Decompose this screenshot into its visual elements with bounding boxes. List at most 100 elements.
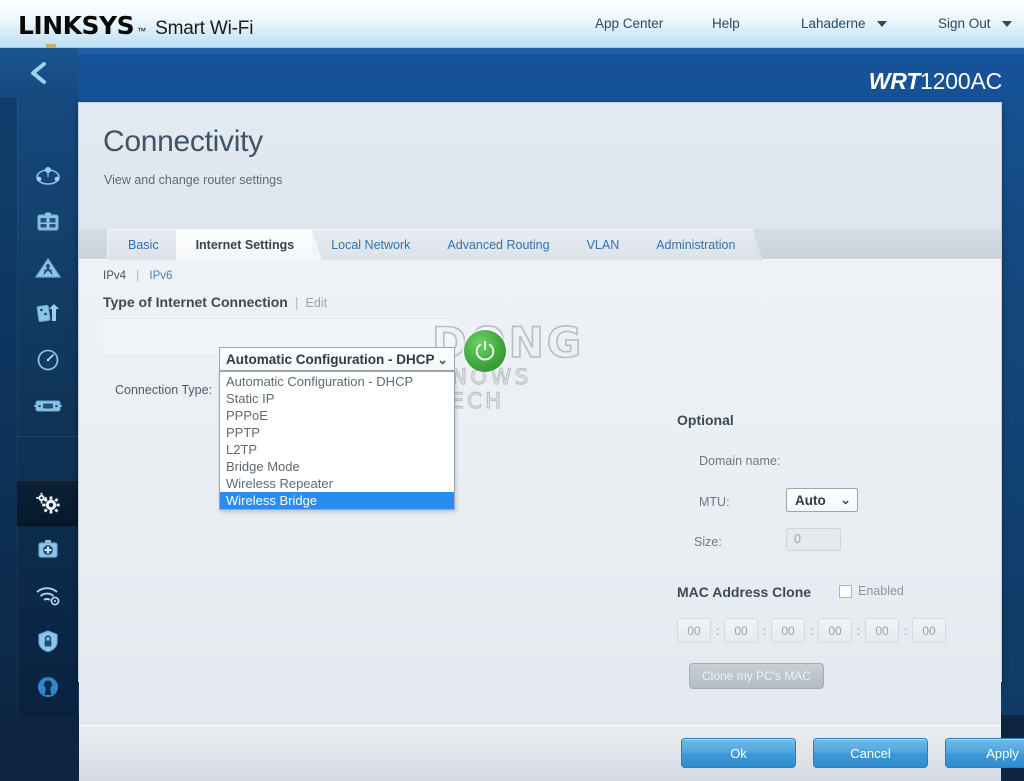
tab-local-network-label: Local Network bbox=[331, 238, 410, 252]
devices-icon bbox=[33, 209, 63, 235]
nav-help-label: Help bbox=[712, 16, 740, 31]
tab-administration[interactable]: Administration bbox=[636, 229, 753, 260]
chevron-down-icon bbox=[877, 21, 887, 27]
optional-column: Optional Domain name: MTU: Auto ⌄ Size: … bbox=[569, 260, 1001, 725]
sidebar-item-security[interactable] bbox=[17, 618, 78, 664]
dropdown-option-bridge-mode[interactable]: Bridge Mode bbox=[220, 458, 454, 475]
tabs-container: Basic Internet Settings Local Network Ad… bbox=[107, 229, 752, 260]
page-subtitle: View and change router settings bbox=[104, 173, 282, 187]
mac-colon: : bbox=[852, 624, 865, 638]
sidebar-item-network-map[interactable] bbox=[17, 153, 78, 199]
tab-strip: Basic Internet Settings Local Network Ad… bbox=[79, 229, 1001, 260]
wifi-gear-icon bbox=[33, 582, 63, 608]
size-input[interactable]: 0 bbox=[786, 528, 841, 551]
tab-administration-label: Administration bbox=[656, 238, 735, 252]
dropdown-option-wireless-bridge[interactable]: Wireless Bridge bbox=[220, 492, 454, 509]
mac-octet-3[interactable]: 00 bbox=[771, 618, 805, 643]
edit-link[interactable]: Edit bbox=[306, 296, 328, 310]
tab-local-network[interactable]: Local Network bbox=[311, 229, 428, 260]
tab-vlan[interactable]: VLAN bbox=[567, 229, 638, 260]
cancel-button-label: Cancel bbox=[850, 746, 890, 761]
mac-octet-1[interactable]: 00 bbox=[677, 618, 711, 643]
smart-wifi-label: Smart Wi-Fi bbox=[155, 18, 253, 40]
dropdown-option-pppoe[interactable]: PPPoE bbox=[220, 407, 454, 424]
dropdown-option-wireless-repeater[interactable]: Wireless Repeater bbox=[220, 475, 454, 492]
sidebar-item-speed-test[interactable] bbox=[17, 337, 78, 383]
section-title-internet-connection: Type of Internet Connection | Edit bbox=[103, 294, 327, 310]
mac-colon: : bbox=[805, 624, 818, 638]
tab-vlan-label: VLAN bbox=[587, 238, 620, 252]
sidebar-collapse-button[interactable] bbox=[0, 48, 78, 98]
speed-gauge-icon bbox=[33, 347, 63, 373]
dropdown-option-l2tp[interactable]: L2TP bbox=[220, 441, 454, 458]
dropdown-option-pptp[interactable]: PPTP bbox=[220, 424, 454, 441]
ok-button-label: Ok bbox=[730, 746, 747, 761]
mac-colon: : bbox=[899, 624, 912, 638]
section-title-separator: | bbox=[295, 294, 299, 310]
nav-sign-out[interactable]: Sign Out bbox=[938, 16, 1012, 31]
chevron-down-icon: ⌄ bbox=[840, 492, 851, 508]
clone-my-pc-mac-button[interactable]: Clone my PC's MAC bbox=[689, 663, 824, 689]
nav-app-center[interactable]: App Center bbox=[595, 16, 663, 31]
mac-octet-6[interactable]: 00 bbox=[912, 618, 946, 643]
mtu-select-value: Auto bbox=[795, 493, 826, 508]
chevron-down-icon: ⌄ bbox=[437, 352, 448, 368]
apply-button[interactable]: Apply bbox=[945, 738, 1024, 768]
linksys-wordmark: LINKSYS bbox=[18, 11, 134, 40]
section-title-text: Type of Internet Connection bbox=[103, 294, 288, 310]
chevron-left-icon bbox=[28, 60, 50, 86]
mac-octet-4[interactable]: 00 bbox=[818, 618, 852, 643]
page-title: Connectivity bbox=[103, 125, 263, 159]
mac-clone-enabled-label: Enabled bbox=[858, 584, 904, 598]
connection-type-label: Connection Type: bbox=[115, 383, 212, 397]
sidebar bbox=[0, 48, 78, 715]
mac-colon: : bbox=[711, 624, 724, 638]
sidebar-item-connectivity[interactable] bbox=[17, 480, 78, 526]
sidebar-item-parental-controls[interactable] bbox=[17, 245, 78, 291]
tab-basic[interactable]: Basic bbox=[107, 229, 177, 260]
chevron-down-icon bbox=[1002, 21, 1012, 27]
ok-button[interactable]: Ok bbox=[681, 738, 796, 768]
tab-advanced-routing-label: Advanced Routing bbox=[447, 238, 549, 252]
sidebar-item-vpn[interactable] bbox=[17, 664, 78, 710]
warning-triangle-icon bbox=[33, 255, 63, 281]
dropdown-option-dhcp[interactable]: Automatic Configuration - DHCP bbox=[220, 373, 454, 390]
tab-internet-settings[interactable]: Internet Settings bbox=[176, 229, 313, 260]
cancel-button[interactable]: Cancel bbox=[813, 738, 928, 768]
dropdown-option-static-ip[interactable]: Static IP bbox=[220, 390, 454, 407]
domain-name-label: Domain name: bbox=[699, 454, 780, 468]
mtu-select[interactable]: Auto ⌄ bbox=[786, 488, 858, 512]
panel-body: IPv4 | IPv6 Type of Internet Connection|… bbox=[79, 260, 1001, 725]
mac-octet-2[interactable]: 00 bbox=[724, 618, 758, 643]
mac-address-clone-title: MAC Address Clone bbox=[677, 584, 811, 600]
nav-help[interactable]: Help bbox=[712, 16, 740, 31]
vpn-keyhole-icon bbox=[33, 674, 63, 700]
sidebar-item-wireless[interactable] bbox=[17, 572, 78, 618]
mtu-label: MTU: bbox=[699, 495, 730, 509]
router-model-label: WRT1200AC bbox=[869, 68, 1002, 95]
network-map-icon bbox=[33, 163, 63, 189]
connection-type-dropdown-list[interactable]: Automatic Configuration - DHCP Static IP… bbox=[219, 371, 455, 510]
nav-account-menu[interactable]: Lahaderne bbox=[801, 16, 887, 31]
mac-clone-enabled-checkbox[interactable] bbox=[839, 585, 852, 598]
mac-octet-5[interactable]: 00 bbox=[865, 618, 899, 643]
sidebar-header bbox=[0, 48, 78, 98]
brand-logo: LINKSYS ™ Smart Wi-Fi bbox=[18, 11, 253, 40]
tab-internet-settings-label: Internet Settings bbox=[196, 238, 295, 252]
nav-app-center-label: App Center bbox=[595, 16, 663, 31]
connection-type-selected-value: Automatic Configuration - DHCP bbox=[226, 352, 435, 367]
shield-lock-icon bbox=[33, 628, 63, 654]
tab-advanced-routing[interactable]: Advanced Routing bbox=[427, 229, 567, 260]
prioritization-icon bbox=[33, 301, 63, 327]
sidebar-item-device-list[interactable] bbox=[17, 199, 78, 245]
sidebar-item-media-prioritization[interactable] bbox=[17, 291, 78, 337]
sidebar-item-external-storage[interactable] bbox=[17, 383, 78, 429]
nav-sign-out-label: Sign Out bbox=[938, 16, 991, 31]
connection-type-select[interactable]: Automatic Configuration - DHCP ⌄ bbox=[219, 347, 455, 371]
gears-icon bbox=[33, 490, 63, 516]
sidebar-separator bbox=[17, 436, 78, 437]
sidebar-item-troubleshooting[interactable] bbox=[17, 526, 78, 572]
optional-title: Optional bbox=[677, 412, 734, 428]
trademark-symbol: ™ bbox=[137, 26, 146, 36]
router-model-suffix: 1200AC bbox=[920, 68, 1002, 94]
